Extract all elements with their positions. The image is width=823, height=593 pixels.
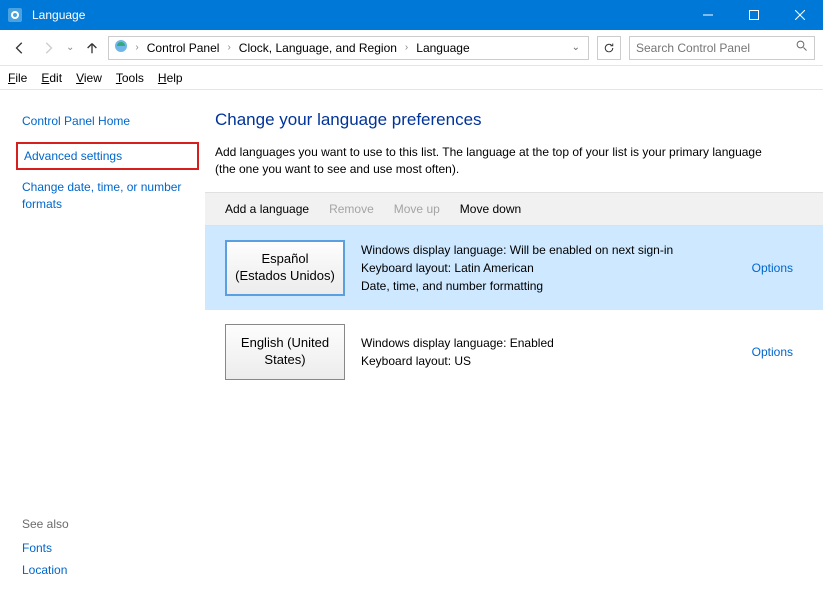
address-history-dropdown[interactable]: ⌄ (568, 42, 584, 53)
menu-bar: File Edit View Tools Help (0, 66, 823, 90)
control-panel-icon (113, 38, 129, 57)
page-description: Add languages you want to use to this li… (215, 144, 785, 178)
menu-edit[interactable]: Edit (41, 71, 62, 85)
close-button[interactable] (777, 0, 823, 30)
chevron-right-icon[interactable]: › (223, 42, 234, 53)
menu-tools[interactable]: Tools (116, 71, 144, 85)
language-tile[interactable]: Español (Estados Unidos) (225, 240, 345, 296)
app-icon (0, 7, 30, 23)
search-box[interactable] (629, 36, 815, 60)
content-pane: Change your language preferences Add lan… (205, 90, 823, 593)
move-up-button[interactable]: Move up (394, 202, 440, 216)
remove-button[interactable]: Remove (329, 202, 374, 216)
menu-help[interactable]: Help (158, 71, 183, 85)
sidebar-fonts-link[interactable]: Fonts (22, 537, 193, 559)
up-button[interactable] (80, 36, 104, 60)
sidebar: Control Panel Home Advanced settings Cha… (0, 90, 205, 593)
language-info: Windows display language: Enabled Keyboa… (361, 334, 736, 370)
formatting-status: Date, time, and number formatting (361, 277, 736, 295)
chevron-right-icon[interactable]: › (131, 42, 142, 53)
search-icon[interactable] (796, 40, 808, 55)
sidebar-date-formats-link[interactable]: Change date, time, or number formats (22, 176, 193, 214)
menu-view[interactable]: View (76, 71, 102, 85)
sidebar-advanced-settings-link[interactable]: Advanced settings (24, 148, 191, 164)
recent-pages-dropdown[interactable]: ⌄ (64, 42, 76, 53)
keyboard-layout-status: Keyboard layout: Latin American (361, 259, 736, 277)
address-bar[interactable]: › Control Panel › Clock, Language, and R… (108, 36, 589, 60)
highlighted-box: Advanced settings (16, 142, 199, 170)
navigation-bar: ⌄ › Control Panel › Clock, Language, and… (0, 30, 823, 66)
chevron-right-icon[interactable]: › (401, 42, 412, 53)
search-input[interactable] (636, 41, 796, 55)
keyboard-layout-status: Keyboard layout: US (361, 352, 736, 370)
breadcrumb-root[interactable]: Control Panel (145, 41, 222, 55)
refresh-button[interactable] (597, 36, 621, 60)
move-down-button[interactable]: Move down (460, 202, 521, 216)
page-heading: Change your language preferences (215, 110, 801, 130)
breadcrumb-leaf[interactable]: Language (414, 41, 471, 55)
window-title: Language (30, 8, 685, 22)
sidebar-location-link[interactable]: Location (22, 559, 193, 581)
language-row[interactable]: English (United States) Windows display … (205, 310, 823, 394)
add-language-button[interactable]: Add a language (225, 202, 309, 216)
forward-button[interactable] (36, 36, 60, 60)
sidebar-home-link[interactable]: Control Panel Home (22, 110, 193, 132)
back-button[interactable] (8, 36, 32, 60)
see-also-label: See also (22, 517, 193, 537)
language-info: Windows display language: Will be enable… (361, 241, 736, 295)
minimize-button[interactable] (685, 0, 731, 30)
language-toolbar: Add a language Remove Move up Move down (205, 192, 823, 226)
main-area: Control Panel Home Advanced settings Cha… (0, 90, 823, 593)
title-bar: Language (0, 0, 823, 30)
language-options-link[interactable]: Options (752, 261, 803, 275)
menu-file[interactable]: File (8, 71, 27, 85)
display-language-status: Windows display language: Enabled (361, 334, 736, 352)
language-row[interactable]: Español (Estados Unidos) Windows display… (205, 226, 823, 310)
breadcrumb-mid[interactable]: Clock, Language, and Region (237, 41, 399, 55)
language-list: Español (Estados Unidos) Windows display… (205, 226, 823, 394)
maximize-button[interactable] (731, 0, 777, 30)
language-options-link[interactable]: Options (752, 345, 803, 359)
language-tile[interactable]: English (United States) (225, 324, 345, 380)
display-language-status: Windows display language: Will be enable… (361, 241, 736, 259)
